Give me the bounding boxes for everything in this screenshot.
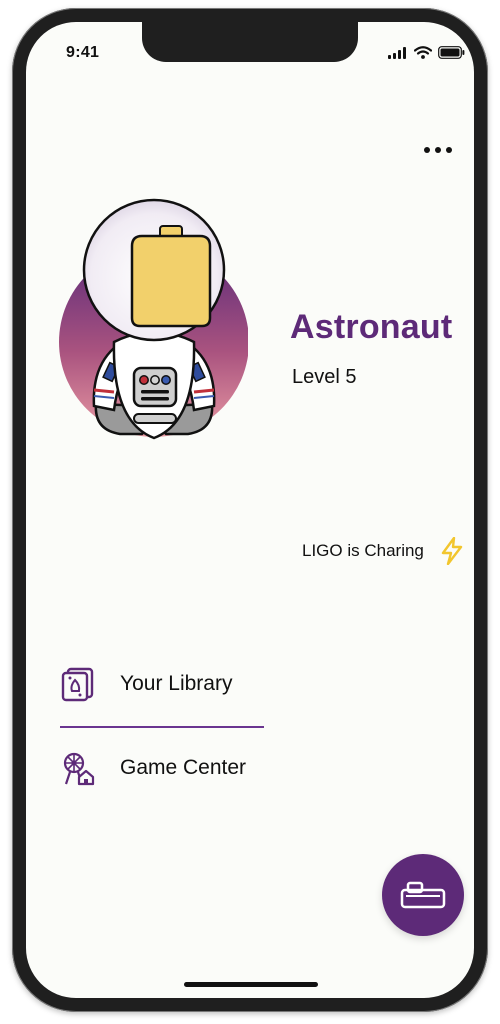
phone-frame: 9:41 Astronaut Level 5 LIGO is Charing Y…: [12, 8, 488, 1012]
signal-icon: [388, 46, 406, 59]
menu-item-label: Game Center: [120, 756, 247, 779]
menu-item-game-center[interactable]: Game Center: [60, 750, 246, 786]
more-dots-icon: [424, 147, 430, 153]
menu-item-your-library[interactable]: Your Library: [60, 666, 232, 702]
battery-icon: [438, 46, 465, 59]
menu-item-label: Your Library: [120, 672, 233, 695]
keyboard-icon: [400, 881, 446, 909]
library-cards-icon: [61, 667, 94, 702]
keyboard-fab-button[interactable]: [382, 854, 464, 936]
device-status: LIGO is Charing: [302, 537, 464, 565]
status-time: 9:41: [66, 44, 100, 61]
home-indicator[interactable]: [184, 982, 318, 987]
status-icons: [388, 46, 465, 59]
wifi-icon: [414, 46, 432, 59]
app-screen: 9:41 Astronaut Level 5 LIGO is Charing Y…: [26, 22, 474, 998]
lightning-bolt-icon: [441, 537, 463, 565]
profile-name: Astronaut: [290, 308, 453, 346]
menu-divider: [60, 726, 264, 728]
device-status-text: LIGO is Charing: [302, 541, 424, 560]
profile-level: Level 5: [292, 366, 357, 388]
more-options-button[interactable]: [418, 140, 458, 160]
game-center-icon: [63, 752, 95, 786]
astronaut-avatar: [59, 198, 248, 440]
device-notch: [142, 22, 358, 62]
